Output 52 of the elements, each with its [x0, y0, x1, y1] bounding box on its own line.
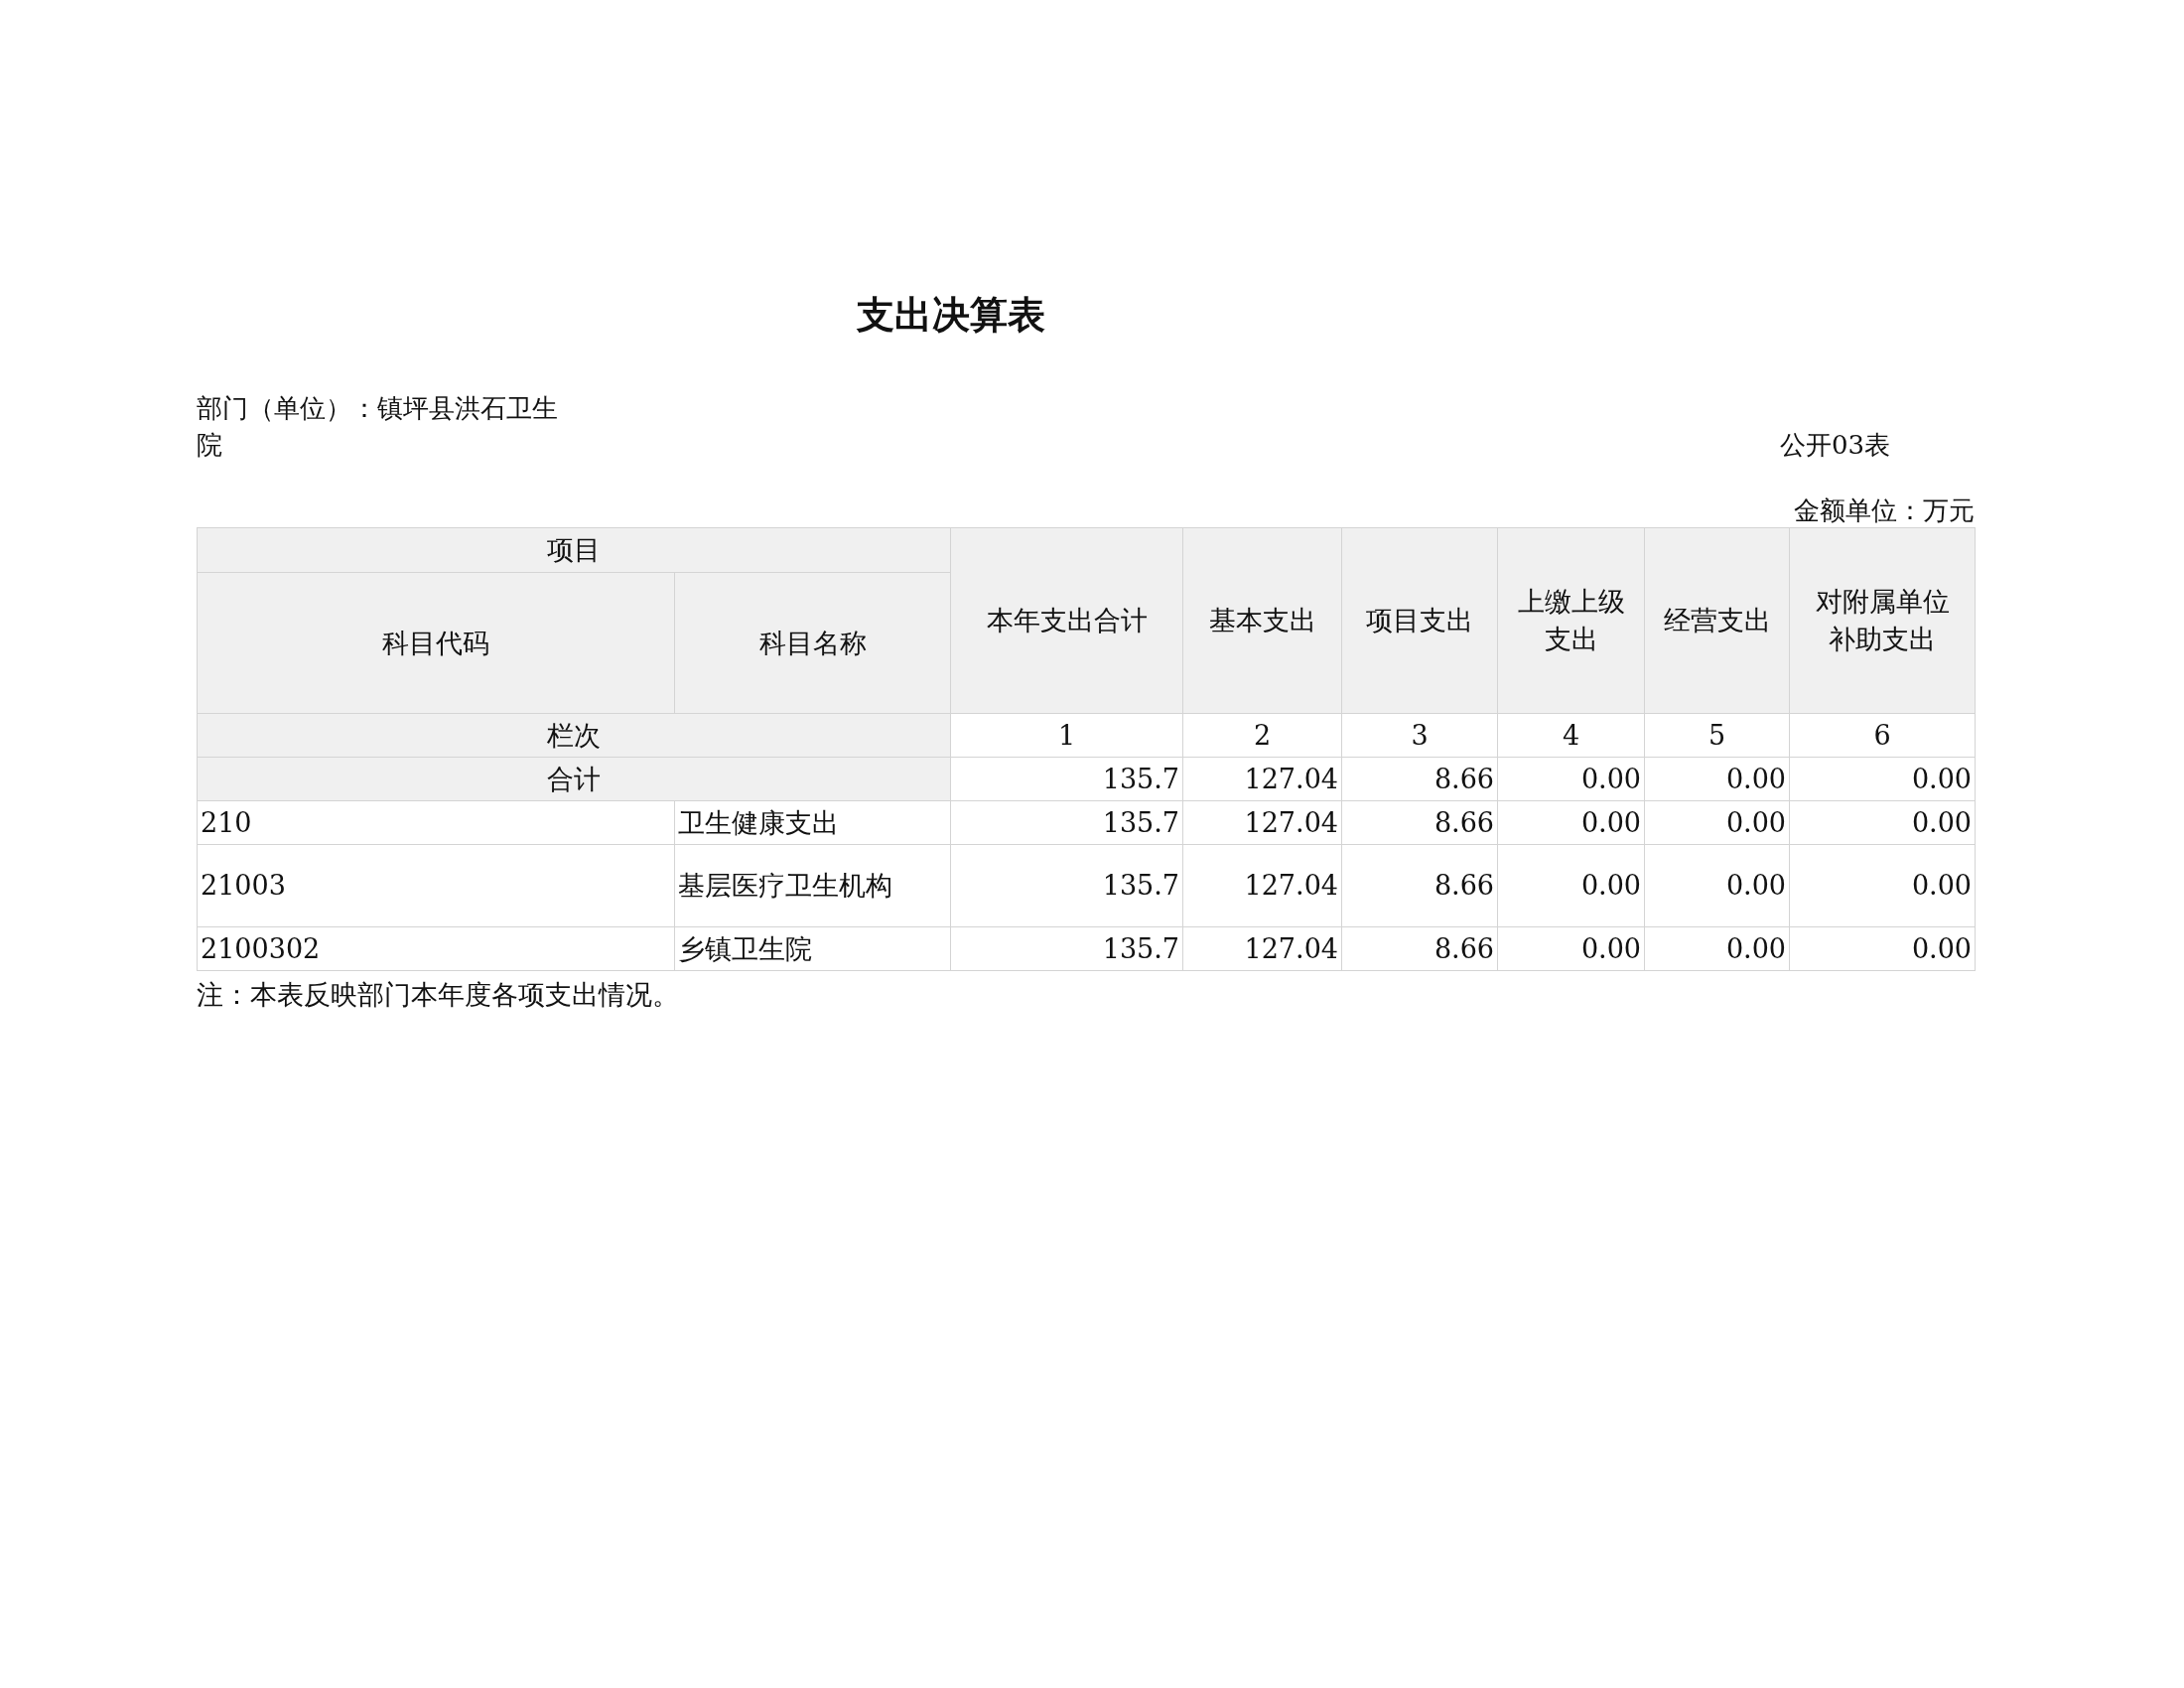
- table-cell: 127.04: [1182, 844, 1342, 927]
- table-cell: 135.7: [950, 800, 1183, 845]
- table-cell: 4: [1497, 713, 1645, 758]
- header-cell: 项目支出: [1341, 527, 1498, 714]
- table-cell: 0.00: [1497, 844, 1645, 927]
- table-cell: 8.66: [1341, 757, 1498, 801]
- table-cell: 135.7: [950, 757, 1183, 801]
- header-cell: 合计: [197, 757, 951, 801]
- table-cell: 0.00: [1644, 844, 1790, 927]
- table-cell: 8.66: [1341, 800, 1498, 845]
- report-title: 支出决算表: [856, 292, 1046, 339]
- table-cell: 0.00: [1497, 757, 1645, 801]
- table-cell: 0.00: [1789, 757, 1976, 801]
- table-cell: 210: [197, 800, 675, 845]
- table-cell: 0.00: [1497, 800, 1645, 845]
- table-cell: 基层医疗卫生机构: [674, 844, 951, 927]
- table-cell: 3: [1341, 713, 1498, 758]
- table-cell: 135.7: [950, 844, 1183, 927]
- table-cell: 5: [1644, 713, 1790, 758]
- header-cell: 科目代码: [197, 572, 675, 714]
- table-cell: 6: [1789, 713, 1976, 758]
- header-cell: 项目: [197, 527, 951, 573]
- table-number: 公开03表: [1779, 429, 1890, 462]
- header-cell: 对附属单位补助支出: [1789, 527, 1976, 714]
- table-cell: 135.7: [950, 926, 1183, 971]
- table-cell: 2: [1182, 713, 1342, 758]
- department-label: 部门（单位）：镇坪县洪石卫生院: [197, 392, 559, 462]
- table-cell: 卫生健康支出: [674, 800, 951, 845]
- table-cell: 2100302: [197, 926, 675, 971]
- table-cell: 0.00: [1789, 926, 1976, 971]
- table-cell: 127.04: [1182, 926, 1342, 971]
- table-cell: 127.04: [1182, 800, 1342, 845]
- table-cell: 8.66: [1341, 926, 1498, 971]
- table-cell: 0.00: [1644, 926, 1790, 971]
- unit-label: 金额单位：万元: [1794, 494, 1975, 527]
- header-cell: 上缴上级支出: [1497, 527, 1645, 714]
- table-cell: 0.00: [1644, 800, 1790, 845]
- header-cell: 科目名称: [674, 572, 951, 714]
- table-cell: 乡镇卫生院: [674, 926, 951, 971]
- table-note: 注：本表反映部门本年度各项支出情况。: [197, 978, 680, 1012]
- table-cell: 1: [950, 713, 1183, 758]
- table-cell: 0.00: [1497, 926, 1645, 971]
- table-cell: 0.00: [1644, 757, 1790, 801]
- table-cell: 0.00: [1789, 844, 1976, 927]
- table-cell: 21003: [197, 844, 675, 927]
- header-cell: 经营支出: [1644, 527, 1790, 714]
- header-cell: 栏次: [197, 713, 951, 758]
- table-cell: 0.00: [1789, 800, 1976, 845]
- table-cell: 127.04: [1182, 757, 1342, 801]
- header-cell: 本年支出合计: [950, 527, 1183, 714]
- table-cell: 8.66: [1341, 844, 1498, 927]
- header-cell: 基本支出: [1182, 527, 1342, 714]
